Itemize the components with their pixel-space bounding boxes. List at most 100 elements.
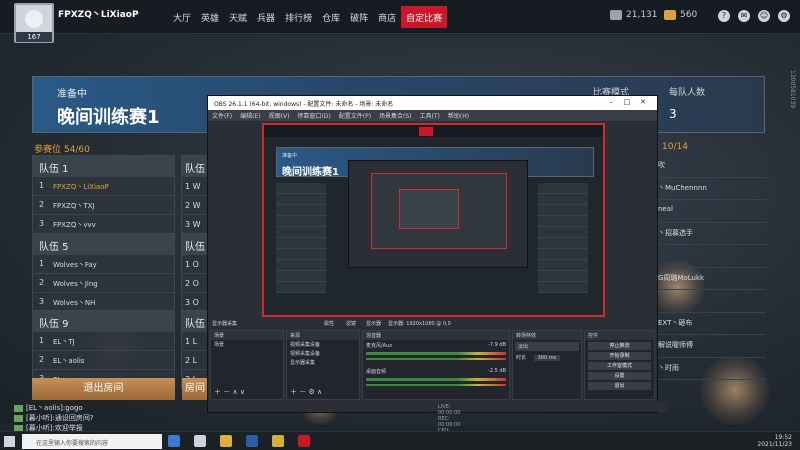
- list-item[interactable]: EXT丶砸布: [654, 313, 766, 335]
- team-member[interactable]: 1 Wolves丶Fay: [33, 254, 174, 273]
- add-icon[interactable]: ＋: [290, 388, 297, 396]
- obs-preview[interactable]: 准备中 晚间训练赛1: [262, 123, 605, 317]
- list-item[interactable]: [654, 290, 766, 313]
- team-member[interactable]: 1 O: [182, 254, 210, 273]
- nav-lobby[interactable]: 大厅: [168, 6, 196, 28]
- menu-docks[interactable]: 停靠窗口(D): [297, 111, 330, 120]
- list-item[interactable]: [654, 245, 766, 268]
- volume-meter: [366, 352, 506, 355]
- nav-custom-match[interactable]: 自定比赛: [401, 6, 448, 28]
- up-icon[interactable]: ∧: [317, 388, 322, 396]
- room-button[interactable]: 房间: [182, 378, 208, 400]
- chat-log: [EL丶aolis]:gogo [暮小听]:通设回房间? [暮小听]:欢迎举报: [14, 403, 94, 433]
- team-member[interactable]: 2 Wolves丶Jing: [33, 273, 174, 292]
- add-icon[interactable]: ＋: [214, 388, 221, 396]
- nav-formation[interactable]: 破阵: [345, 6, 373, 28]
- nav-warehouse[interactable]: 仓库: [317, 6, 345, 28]
- mail-icon[interactable]: ✉: [738, 10, 750, 22]
- team-member[interactable]: 3 O: [182, 292, 210, 311]
- team-member[interactable]: 2 EL丶aolis: [33, 350, 174, 369]
- team-member[interactable]: 3 Wolves丶NH: [33, 292, 174, 311]
- folder-icon[interactable]: [220, 435, 232, 447]
- team-panel[interactable]: 队伍 5 1 Wolves丶Fay 2 Wolves丶Jing 3 Wolves丶NH: [32, 233, 175, 312]
- close-icon[interactable]: ✕: [635, 98, 651, 106]
- app-icon[interactable]: [272, 435, 284, 447]
- list-item[interactable]: G周璐MoLukk: [654, 268, 766, 290]
- system-tray[interactable]: 19:52 2021/11/23: [757, 434, 792, 448]
- nav-shop[interactable]: 商店: [373, 6, 401, 28]
- duration-input[interactable]: 300 ms: [533, 355, 561, 361]
- team-member[interactable]: 2 FPXZQ丶TXJ: [33, 195, 174, 214]
- side-id: 1200581039: [789, 70, 796, 109]
- edge-icon[interactable]: [168, 435, 180, 447]
- start-icon[interactable]: [4, 436, 15, 447]
- list-item[interactable]: 吹: [654, 155, 766, 178]
- list-item[interactable]: 丶MuChennnn: [654, 178, 766, 200]
- settings-icon[interactable]: ⚙: [778, 10, 790, 22]
- help-icon[interactable]: ?: [718, 10, 730, 22]
- team-member[interactable]: 2 O: [182, 273, 210, 292]
- volume-slider[interactable]: [366, 358, 506, 360]
- properties-button[interactable]: 属性: [324, 320, 346, 330]
- stop-streaming-button[interactable]: 停止推流: [588, 342, 651, 350]
- minimize-icon[interactable]: –: [603, 98, 619, 106]
- list-item[interactable]: 丶时雨: [654, 358, 766, 380]
- remove-icon[interactable]: －: [223, 388, 230, 396]
- nav-weapons[interactable]: 兵器: [252, 6, 280, 28]
- taskbar-search[interactable]: 在这里输入你要搜索的内容: [22, 434, 162, 449]
- list-item[interactable]: neal: [654, 200, 766, 223]
- menu-profile[interactable]: 配置文件(P): [339, 111, 371, 120]
- gear-icon[interactable]: ⚙: [308, 388, 314, 396]
- mixer-dock: 混音器 麦克风/Aux -7.9 dB 桌面音频 -2.5 dB: [362, 330, 510, 400]
- team-member[interactable]: 1 FPXZQ丶LiXiaoP: [33, 176, 174, 195]
- team-member[interactable]: 1 L: [182, 331, 210, 350]
- preview-active-tab: [419, 127, 433, 136]
- list-item[interactable]: 解说喔师傅: [654, 335, 766, 358]
- menu-edit[interactable]: 编辑(E): [240, 111, 260, 120]
- menu-scene-collection[interactable]: 场景集合(S): [379, 111, 412, 120]
- transition-select[interactable]: 淡出: [515, 342, 579, 351]
- scene-item[interactable]: 场景: [211, 340, 283, 349]
- team-member[interactable]: 1 W: [182, 176, 210, 195]
- up-icon[interactable]: ∧: [232, 388, 237, 396]
- filters-button[interactable]: 滤镜: [346, 320, 366, 330]
- team-panel[interactable]: 队伍 1 1 FPXZQ丶LiXiaoP 2 FPXZQ丶TXJ 3 FPXZQ丶vv…: [32, 155, 175, 234]
- team-member[interactable]: 2 L: [182, 350, 210, 369]
- preview-topbar: [264, 125, 603, 137]
- obs-window[interactable]: OBS 26.1.1 (64-bit, windows) - 配置文件: 未命名…: [207, 95, 668, 450]
- game-icon[interactable]: [298, 435, 310, 447]
- source-item[interactable]: 视频采集设备: [287, 349, 359, 358]
- team-member[interactable]: 3 W: [182, 214, 210, 233]
- menu-view[interactable]: 视图(V): [269, 111, 290, 120]
- team-member[interactable]: 3 FPXZQ丶vvv: [33, 214, 174, 233]
- obs-statusbar: LIVE: 00:00:00 REC: 00:00:00 CPU: 0.6%, …: [208, 402, 668, 450]
- team-member[interactable]: 1 EL丶TJ: [33, 331, 174, 350]
- start-recording-button[interactable]: 开始录制: [588, 352, 651, 360]
- remove-icon[interactable]: －: [299, 388, 306, 396]
- studio-mode-button[interactable]: 工作室模式: [588, 362, 651, 370]
- nav-talents[interactable]: 天赋: [224, 6, 252, 28]
- exit-button[interactable]: 退出: [588, 382, 651, 390]
- obs-titlebar[interactable]: OBS 26.1.1 (64-bit, windows) - 配置文件: 未命名…: [208, 96, 657, 110]
- down-icon[interactable]: ∨: [240, 388, 245, 396]
- taskbar-apps: [168, 435, 324, 447]
- menu-file[interactable]: 文件(F): [212, 111, 232, 120]
- list-item[interactable]: 丶招募选手: [654, 223, 766, 245]
- obs-icon[interactable]: [194, 435, 206, 447]
- avatar[interactable]: 167: [14, 3, 54, 43]
- nav-heroes[interactable]: 英雄: [196, 6, 224, 28]
- volume-slider[interactable]: [366, 384, 506, 386]
- steam-icon[interactable]: [246, 435, 258, 447]
- team-member[interactable]: 2 W: [182, 195, 210, 214]
- nav-leaderboard[interactable]: 排行榜: [280, 6, 317, 28]
- source-item[interactable]: 显示器采集: [287, 358, 359, 367]
- display-select[interactable]: 显示器: 1920x1080 @ 0,0: [388, 320, 451, 330]
- friends-icon[interactable]: ☺: [758, 10, 770, 22]
- seats-count-right: 10/14: [662, 142, 688, 152]
- menu-tools[interactable]: 工具(T): [420, 111, 440, 120]
- menu-help[interactable]: 帮助(H): [448, 111, 469, 120]
- settings-button[interactable]: 设置: [588, 372, 651, 380]
- leave-room-button[interactable]: 退出房间: [32, 378, 175, 400]
- source-item[interactable]: 视频采集设备: [287, 340, 359, 349]
- maximize-icon[interactable]: □: [619, 98, 635, 106]
